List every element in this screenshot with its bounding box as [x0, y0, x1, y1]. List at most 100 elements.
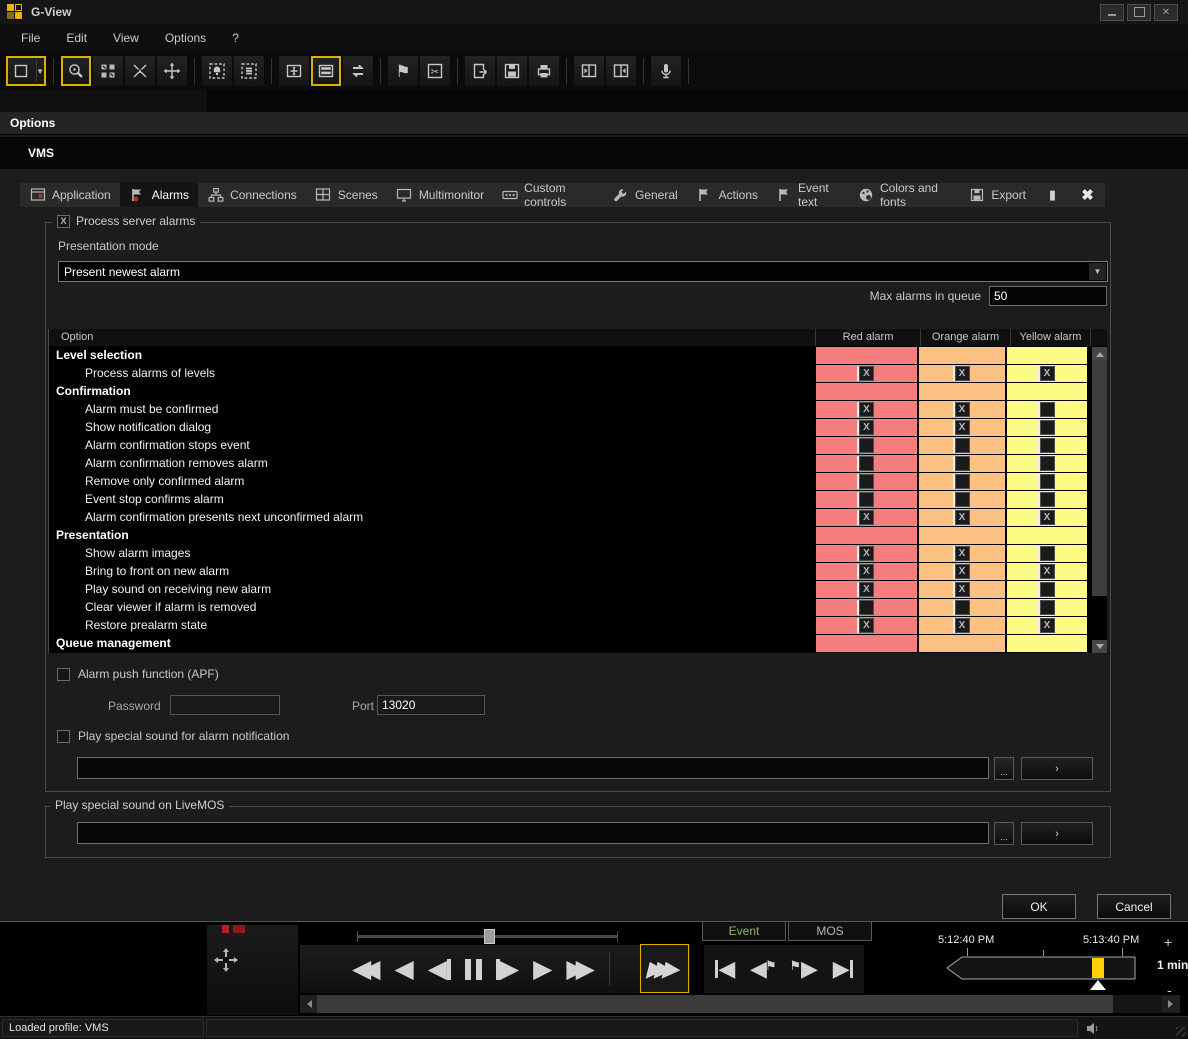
ok-button[interactable]: OK — [1002, 894, 1076, 919]
pan-mode-icon[interactable] — [214, 948, 238, 972]
dropdown-arrow-icon[interactable]: ▼ — [1089, 263, 1106, 280]
red-alarm-column-header[interactable]: Red alarm — [816, 329, 921, 346]
presentation-mode-dropdown[interactable]: Present newest alarm ▼ — [58, 261, 1108, 282]
yellow-alarm-checkbox[interactable] — [1040, 456, 1055, 471]
menu-?[interactable]: ? — [219, 31, 252, 45]
step-forward-button[interactable]: ▶ — [496, 957, 519, 982]
timeline-bar[interactable] — [946, 956, 1137, 980]
orange-alarm-checkbox[interactable] — [955, 456, 970, 471]
maximize-button[interactable] — [1127, 4, 1151, 21]
tab-connections[interactable]: Connections — [198, 183, 306, 207]
print-button[interactable] — [529, 56, 559, 86]
speed-slider-handle[interactable] — [484, 929, 495, 944]
speaker-icon[interactable] — [1086, 1022, 1102, 1035]
mos-tab[interactable]: MOS — [788, 922, 872, 941]
export-image-button[interactable] — [465, 56, 495, 86]
resize-grip[interactable] — [1176, 1027, 1186, 1037]
red-alarm-checkbox[interactable]: X — [859, 402, 874, 417]
red-alarm-checkbox[interactable]: X — [859, 582, 874, 597]
yellow-alarm-column-header[interactable]: Yellow alarm — [1011, 329, 1091, 346]
pause-button[interactable] — [465, 959, 482, 980]
rewind-button[interactable]: ◀◀ — [352, 957, 380, 982]
orange-alarm-checkbox[interactable]: X — [955, 420, 970, 435]
tab-application[interactable]: Application — [20, 183, 120, 207]
tab-alarms[interactable]: Alarms — [120, 183, 198, 207]
pan-view-button[interactable] — [279, 56, 309, 86]
orange-alarm-checkbox[interactable]: X — [955, 564, 970, 579]
orange-alarm-checkbox[interactable]: X — [955, 618, 970, 633]
special-sound-checkbox[interactable] — [57, 730, 70, 743]
previous-event-button[interactable]: ◀⚑ — [750, 958, 777, 980]
special-sound-path-input[interactable] — [77, 757, 989, 779]
yellow-alarm-checkbox[interactable] — [1040, 474, 1055, 489]
max-alarms-input[interactable] — [989, 286, 1107, 306]
skip-to-start-button[interactable]: ◀ — [715, 958, 735, 980]
red-alarm-checkbox[interactable]: X — [859, 546, 874, 561]
option-column-header[interactable]: Option — [49, 329, 816, 346]
cancel-button[interactable]: Cancel — [1097, 894, 1171, 919]
region-select-button[interactable] — [234, 56, 264, 86]
scrollbar-thumb[interactable] — [1092, 360, 1107, 596]
timeline-zoom-in-button[interactable]: + — [1164, 934, 1172, 950]
yellow-alarm-checkbox[interactable]: X — [1040, 564, 1055, 579]
tab-export[interactable]: Export — [959, 183, 1035, 207]
yellow-alarm-checkbox[interactable] — [1040, 402, 1055, 417]
microphone-button[interactable] — [651, 56, 681, 86]
orange-alarm-checkbox[interactable]: X — [955, 366, 970, 381]
password-input[interactable] — [170, 695, 280, 715]
yellow-alarm-checkbox[interactable]: X — [1040, 618, 1055, 633]
red-alarm-checkbox[interactable] — [859, 438, 874, 453]
timeline-hscrollbar[interactable] — [300, 995, 1180, 1013]
apf-checkbox[interactable] — [57, 668, 70, 681]
close-button[interactable]: ✕ — [1154, 4, 1178, 21]
yellow-alarm-checkbox[interactable] — [1040, 600, 1055, 615]
process-server-alarms-checkbox[interactable]: X — [57, 215, 70, 228]
collapse-view-button[interactable] — [125, 56, 155, 86]
hscroll-left-button[interactable] — [300, 995, 318, 1013]
table-scrollbar[interactable] — [1092, 347, 1107, 653]
yellow-alarm-checkbox[interactable] — [1040, 420, 1055, 435]
snapshot-button[interactable]: ✂ — [420, 56, 450, 86]
orange-alarm-checkbox[interactable]: X — [955, 582, 970, 597]
browse-sound-button[interactable]: ... — [994, 757, 1014, 780]
port-input[interactable] — [377, 695, 485, 715]
flag-button[interactable]: ⚑ — [388, 56, 418, 86]
orange-alarm-checkbox[interactable] — [955, 600, 970, 615]
split-left-button[interactable] — [574, 56, 604, 86]
livemos-sound-path-input[interactable] — [77, 822, 989, 844]
scroll-up-button[interactable] — [1092, 347, 1107, 360]
split-right-button[interactable] — [606, 56, 636, 86]
tab-actions[interactable]: Actions — [687, 183, 767, 207]
hscroll-right-button[interactable] — [1162, 995, 1180, 1013]
red-alarm-checkbox[interactable] — [859, 456, 874, 471]
orange-alarm-checkbox[interactable] — [955, 492, 970, 507]
tab-event-text[interactable]: Event text — [767, 183, 849, 207]
menu-edit[interactable]: Edit — [53, 31, 100, 45]
play-sound-button[interactable]: › — [1021, 757, 1093, 780]
livemos-browse-button[interactable]: ... — [994, 822, 1014, 845]
orange-alarm-checkbox[interactable] — [955, 438, 970, 453]
single-view-button[interactable]: ▼ — [6, 56, 46, 86]
yellow-alarm-checkbox[interactable]: X — [1040, 510, 1055, 525]
yellow-alarm-checkbox[interactable] — [1040, 438, 1055, 453]
red-alarm-checkbox[interactable] — [859, 474, 874, 489]
play-backward-button[interactable]: ◀ — [394, 957, 413, 982]
swap-views-button[interactable] — [343, 56, 373, 86]
livemos-play-button[interactable]: › — [1021, 822, 1093, 845]
hscroll-thumb[interactable] — [317, 995, 1113, 1013]
move-button[interactable] — [157, 56, 187, 86]
tab-colors-and-fonts[interactable]: Colors and fonts — [849, 183, 959, 207]
orange-alarm-checkbox[interactable]: X — [955, 546, 970, 561]
fast-forward-button[interactable]: ▶▶ — [566, 957, 594, 982]
menu-options[interactable]: Options — [152, 31, 219, 45]
yellow-alarm-checkbox[interactable]: X — [1040, 366, 1055, 381]
tab-multimonitor[interactable]: Multimonitor — [387, 183, 493, 207]
close-tab[interactable]: ✖ — [1070, 183, 1105, 207]
quad-view-button[interactable] — [93, 56, 123, 86]
red-alarm-checkbox[interactable]: X — [859, 420, 874, 435]
tab-general[interactable]: General — [603, 183, 687, 207]
orange-alarm-checkbox[interactable]: X — [955, 402, 970, 417]
split-horizontal-button[interactable] — [311, 56, 341, 86]
timeline-pointer-icon[interactable] — [1090, 980, 1106, 990]
red-alarm-checkbox[interactable]: X — [859, 510, 874, 525]
